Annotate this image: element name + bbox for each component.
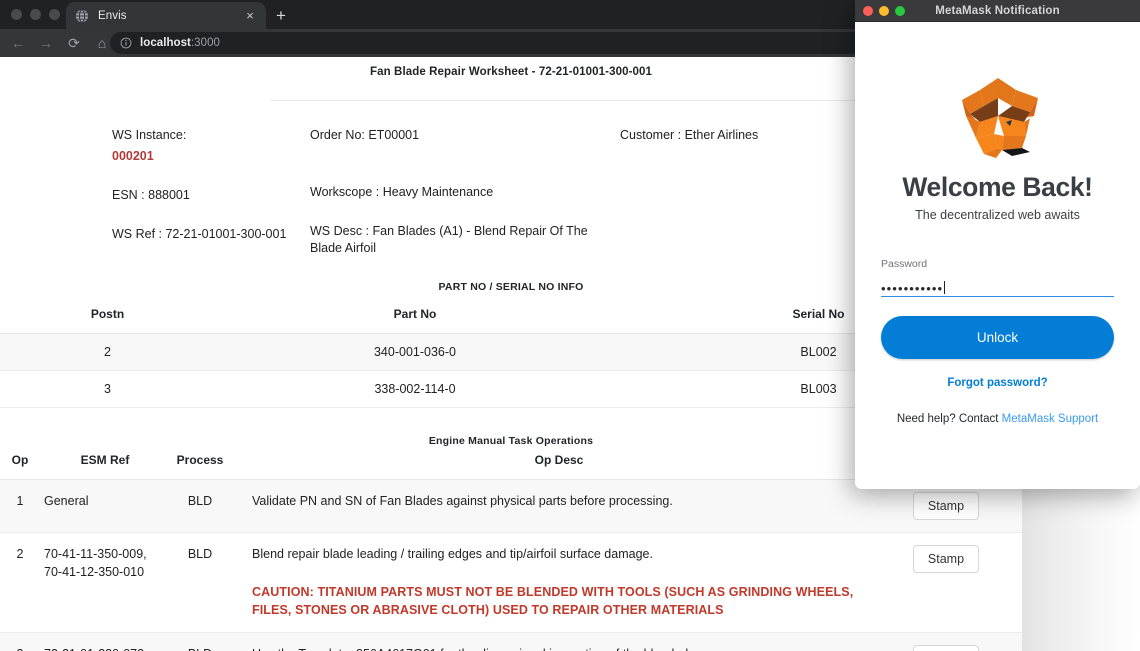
reload-icon[interactable]: ⟳ (60, 31, 88, 55)
cell-op-desc: Use the Template, 856A4617G01 for the di… (230, 632, 870, 651)
browser-tab-envis[interactable]: Envis × (66, 2, 266, 29)
op-desc-text: Blend repair blade leading / trailing ed… (252, 546, 653, 561)
forgot-password-link[interactable]: Forgot password? (881, 377, 1114, 389)
cell-esm-ref: 70-41-11-350-009, 70-41-12-350-010 (40, 532, 170, 634)
cell-stamp: Stamp (870, 632, 1022, 651)
cell-postn: 2 (0, 333, 215, 371)
password-label: Password (881, 258, 928, 270)
back-icon[interactable]: ← (4, 31, 32, 55)
stamp-button[interactable]: Stamp (912, 491, 980, 520)
address-port: :3000 (190, 37, 220, 49)
workscope-value: Workscope : Heavy Maintenance (310, 184, 494, 199)
password-input-value: ••••••••••• (881, 281, 944, 296)
metamask-password-field-group: Password ••••••••••• (881, 258, 1114, 297)
cell-esm-ref: 72-21-01-220-072, Fig. 902 and 903 (40, 632, 170, 651)
cell-op-desc: Validate PN and SN of Fan Blades against… (230, 479, 870, 533)
cell-op: 3 (0, 632, 40, 651)
tab-title: Envis (98, 9, 127, 22)
column-header-esm-ref: ESM Ref (40, 452, 170, 480)
screen-root: Envis × + ← → ⟳ ⌂ localhost:3000 Fan Bla… (0, 0, 1140, 651)
close-icon[interactable]: × (242, 8, 258, 24)
address-bar-url: localhost:3000 (140, 37, 220, 49)
ws-ref-value: WS Ref : 72-21-01001-300-001 (112, 226, 287, 241)
ws-instance-value: 000201 (112, 148, 154, 163)
ws-instance-label: WS Instance: (112, 128, 187, 142)
cell-part-no: 338-002-114-0 (215, 370, 615, 408)
column-header-op: Op (0, 452, 40, 480)
metamask-close-button[interactable] (863, 6, 873, 16)
help-prefix: Need help? Contact (896, 413, 1002, 425)
cell-op: 2 (0, 532, 40, 634)
cell-process: BLD (170, 532, 230, 634)
stamp-button[interactable]: Stamp (912, 544, 980, 573)
stamp-button[interactable]: Stamp (912, 645, 980, 651)
unlock-button[interactable]: Unlock (881, 316, 1114, 359)
metamask-notification-window: MetaMask Notification Welcome Back! The … (855, 0, 1140, 489)
window-traffic-lights (11, 9, 60, 20)
cell-stamp: Stamp (870, 532, 1022, 634)
column-header-part-no: Part No (215, 292, 615, 334)
metamask-subheading: The decentralized web awaits (915, 208, 1080, 222)
metamask-title-bar: MetaMask Notification (855, 0, 1140, 22)
metamask-maximize-button[interactable] (895, 6, 905, 16)
close-window-button[interactable] (11, 9, 22, 20)
info-column-left: WS Instance: 000201 ESN : 888001 WS Ref … (0, 127, 310, 257)
table-row: 3 72-21-01-220-072, Fig. 902 and 903 BLD… (0, 632, 1022, 651)
ws-desc-value: WS Desc : Fan Blades (A1) - Blend Repair… (310, 223, 588, 255)
column-header-postn: Postn (0, 292, 215, 334)
order-no-value: Order No: ET00001 (310, 128, 420, 142)
metamask-body: Welcome Back! The decentralized web awai… (855, 22, 1140, 489)
minimize-window-button[interactable] (30, 9, 41, 20)
column-header-op-desc: Op Desc (230, 452, 870, 480)
esn-value: ESN : 888001 (112, 187, 190, 202)
cell-process: BLD (170, 479, 230, 533)
cell-op: 1 (0, 479, 40, 533)
metamask-traffic-lights (863, 6, 905, 16)
op-desc-text: Validate PN and SN of Fan Blades against… (252, 493, 673, 508)
caution-text: CAUTION: TITANIUM PARTS MUST NOT BE BLEN… (252, 584, 854, 618)
site-info-icon[interactable] (119, 37, 132, 50)
maximize-window-button[interactable] (49, 9, 60, 20)
cell-process: BLD (170, 632, 230, 651)
forward-icon[interactable]: → (32, 31, 60, 55)
new-tab-button[interactable]: + (270, 5, 292, 27)
cell-op-desc: Blend repair blade leading / trailing ed… (230, 532, 870, 634)
metamask-help-text: Need help? Contact MetaMask Support (881, 413, 1114, 425)
cell-part-no: 340-001-036-0 (215, 333, 615, 371)
address-host: localhost (140, 37, 191, 49)
column-header-process: Process (170, 452, 230, 480)
cell-postn: 3 (0, 370, 215, 408)
op-desc-text: Use the Template, 856A4617G01 for the di… (252, 645, 866, 651)
metamask-minimize-button[interactable] (879, 6, 889, 16)
info-column-middle: Order No: ET00001 Workscope : Heavy Main… (310, 127, 620, 257)
metamask-fox-icon (881, 22, 1114, 162)
password-input[interactable]: ••••••••••• (881, 276, 1114, 297)
metamask-support-link[interactable]: MetaMask Support (1002, 413, 1099, 425)
table-row: 2 70-41-11-350-009, 70-41-12-350-010 BLD… (0, 532, 1022, 634)
metamask-heading: Welcome Back! (902, 172, 1093, 202)
cell-esm-ref: General (40, 479, 170, 533)
text-cursor (944, 281, 946, 294)
globe-icon (74, 8, 89, 23)
